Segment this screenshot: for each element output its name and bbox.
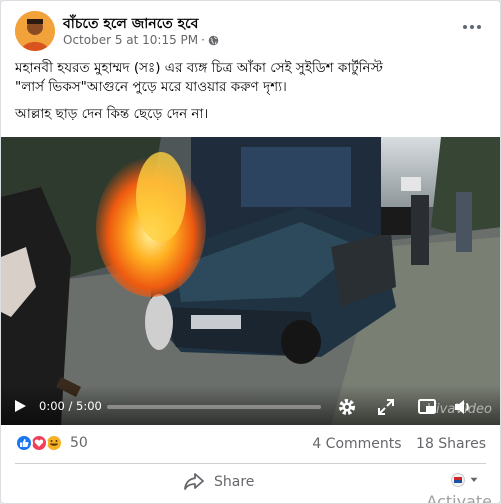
video-time: 0:00 / 5:00: [39, 399, 102, 413]
play-icon[interactable]: [13, 399, 27, 413]
post-timestamp[interactable]: October 5 at 10:15 PM: [63, 33, 198, 47]
post-card: বাঁচতে হলে জানতে হবে October 5 at 10:15 …: [0, 0, 501, 504]
reactions-summary[interactable]: 50: [15, 434, 88, 452]
video-frame: [1, 137, 500, 425]
post-actions: Share Activate: [1, 467, 500, 503]
page-avatar[interactable]: [15, 11, 55, 51]
like-icon: [15, 434, 33, 452]
post-text: মহানবী হযরত মুহাম্মদ (সঃ) এর ব্যঙ্গ চিত্…: [15, 59, 488, 124]
reaction-count: 50: [70, 435, 88, 451]
shares-count-link[interactable]: 18 Shares: [416, 436, 486, 452]
post-text-line: আল্লাহ ছাড় দেন কিন্ত ছেড়ে দেন না।: [15, 106, 209, 122]
settings-icon[interactable]: [337, 397, 357, 417]
reaction-avatar-icon: [451, 473, 465, 487]
share-label: Share: [214, 474, 255, 490]
share-audience-selector[interactable]: [451, 473, 478, 487]
engagement-stats: 50 4 Comments 18 Shares: [15, 433, 486, 455]
video-progress-bar[interactable]: [107, 405, 321, 409]
post-meta: October 5 at 10:15 PM ·: [63, 33, 219, 47]
post-text-line: "লার্স ভিকস"আগুনে পুড়ে মরে যাওয়ার করুণ…: [15, 79, 287, 95]
globe-icon: [208, 35, 219, 45]
comment-share-counts: 4 Comments 18 Shares: [312, 436, 486, 452]
post-text-line: মহানবী হযরত মুহাম্মদ (সঃ) এর ব্যঙ্গ চিত্…: [15, 60, 383, 76]
share-icon: [184, 473, 204, 490]
comments-count-link[interactable]: 4 Comments: [312, 436, 401, 452]
share-button[interactable]: Share: [184, 473, 254, 491]
more-options-button[interactable]: [458, 17, 486, 37]
video-player[interactable]: 0:00 / 5:00 VivaVideo: [1, 137, 500, 425]
chevron-down-icon: [470, 477, 478, 482]
divider: [15, 463, 486, 464]
video-controls: 0:00 / 5:00 VivaVideo: [1, 385, 500, 425]
more-options-icon: [463, 25, 467, 29]
activate-windows-watermark: Activate: [426, 492, 492, 504]
fullscreen-expand-icon[interactable]: [376, 397, 396, 417]
video-watermark: VivaVideo: [427, 402, 492, 417]
post-header: বাঁচতে হলে জানতে হবে October 5 at 10:15 …: [15, 11, 490, 51]
